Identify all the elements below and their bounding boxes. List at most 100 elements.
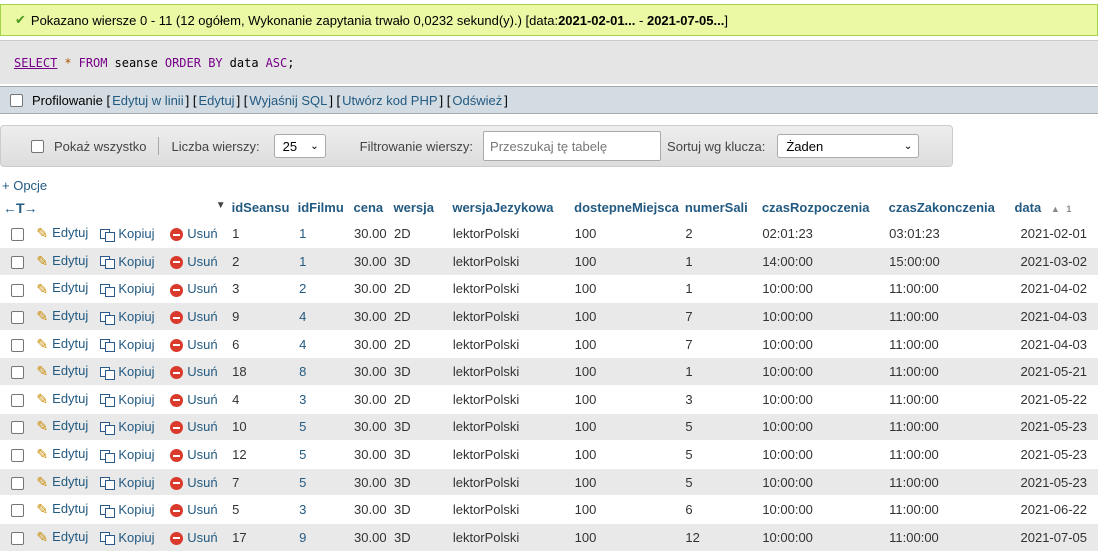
cell-numerSali[interactable]: 7 (681, 330, 759, 359)
row-checkbox[interactable] (11, 476, 24, 490)
cell-czasRozpoczenia[interactable]: 10:00:00 (758, 468, 886, 497)
cell-wersjaJezykowa[interactable]: lektorPolski (449, 357, 572, 387)
cell-czasRozpoczenia[interactable]: 10:00:00 (758, 413, 886, 442)
column-dropdown-icon[interactable]: ▼ (216, 200, 226, 211)
cell-data[interactable]: 2021-07-05 (1011, 523, 1098, 552)
row-checkbox[interactable] (11, 338, 24, 352)
cell-numerSali[interactable]: 5 (681, 468, 759, 497)
cell-idSeansu[interactable]: 6 (228, 330, 295, 359)
copy-row-link[interactable]: Kopiuj (100, 530, 154, 546)
idFilmu-link[interactable]: 4 (299, 337, 306, 352)
row-checkbox[interactable] (11, 283, 24, 297)
col-wersjaJezykowa[interactable]: wersjaJezykowa (449, 196, 572, 221)
cell-czasZakonczenia[interactable]: 11:00:00 (885, 440, 1012, 469)
cell-data[interactable]: 2021-03-02 (1011, 247, 1098, 276)
cell-czasRozpoczenia[interactable]: 10:00:00 (758, 385, 886, 414)
cell-data[interactable]: 2021-06-22 (1011, 495, 1098, 525)
cell-czasRozpoczenia[interactable]: 10:00:00 (758, 330, 886, 359)
cell-wersjaJezykowa[interactable]: lektorPolski (449, 275, 572, 304)
cell-numerSali[interactable]: 6 (681, 495, 759, 525)
cell-wersjaJezykowa[interactable]: lektorPolski (449, 495, 572, 525)
idFilmu-link[interactable]: 1 (299, 226, 306, 241)
options-link[interactable]: + Opcje (2, 178, 47, 193)
idFilmu-link[interactable]: 5 (299, 475, 306, 490)
cell-czasZakonczenia[interactable]: 11:00:00 (885, 468, 1012, 497)
edit-row-link[interactable]: ✎ Edytuj (36, 336, 88, 352)
edit-row-link[interactable]: ✎ Edytuj (36, 308, 88, 324)
cell-data[interactable]: 2021-05-23 (1011, 468, 1098, 497)
sort-select[interactable]: Żaden ⌄ (777, 134, 920, 158)
cell-czasZakonczenia[interactable]: 11:00:00 (885, 302, 1012, 331)
cell-wersja[interactable]: 2D (390, 330, 450, 359)
cell-wersjaJezykowa[interactable]: lektorPolski (449, 220, 572, 249)
edit-row-link[interactable]: ✎ Edytuj (36, 474, 88, 490)
cell-dostepneMiejsca[interactable]: 100 (571, 413, 682, 442)
copy-row-link[interactable]: Kopiuj (100, 309, 154, 325)
copy-row-link[interactable]: Kopiuj (100, 419, 154, 436)
explain-sql-link[interactable]: Wyjaśnij SQL (249, 93, 327, 108)
copy-row-link[interactable]: Kopiuj (100, 364, 154, 380)
col-czasZakonczenia[interactable]: czasZakonczenia (885, 196, 1012, 221)
cell-wersja[interactable]: 2D (390, 275, 450, 304)
copy-row-link[interactable]: Kopiuj (100, 254, 154, 270)
delete-row-link[interactable]: Usuń (170, 281, 218, 297)
cell-cena[interactable]: 30.00 (350, 220, 391, 249)
cell-data[interactable]: 2021-04-02 (1011, 275, 1098, 304)
edit-row-link[interactable]: ✎ Edytuj (36, 280, 88, 296)
cell-idSeansu[interactable]: 12 (228, 440, 295, 469)
idFilmu-link[interactable]: 5 (299, 419, 306, 434)
row-checkbox[interactable] (11, 393, 24, 407)
edit-row-link[interactable]: ✎ Edytuj (36, 253, 88, 269)
cell-wersja[interactable]: 2D (390, 302, 450, 331)
row-checkbox[interactable] (11, 255, 24, 269)
cell-cena[interactable]: 30.00 (350, 247, 391, 276)
cell-idSeansu[interactable]: 4 (228, 385, 295, 414)
cell-wersjaJezykowa[interactable]: lektorPolski (449, 468, 572, 497)
cell-dostepneMiejsca[interactable]: 100 (571, 385, 682, 414)
cell-numerSali[interactable]: 5 (681, 413, 759, 442)
col-idFilmu[interactable]: idFilmu (294, 196, 351, 221)
cell-dostepneMiejsca[interactable]: 100 (571, 275, 682, 304)
cell-numerSali[interactable]: 1 (681, 275, 759, 304)
cell-numerSali[interactable]: 2 (681, 220, 759, 249)
cell-idSeansu[interactable]: 18 (228, 357, 295, 387)
delete-row-link[interactable]: Usuń (170, 364, 218, 380)
copy-row-link[interactable]: Kopiuj (100, 475, 154, 491)
delete-row-link[interactable]: Usuń (170, 226, 218, 242)
rows-select[interactable]: 25 ⌄ (273, 134, 326, 158)
cell-cena[interactable]: 30.00 (350, 413, 391, 442)
cell-cena[interactable]: 30.00 (350, 357, 391, 387)
cell-dostepneMiejsca[interactable]: 100 (571, 247, 682, 276)
row-checkbox[interactable] (11, 421, 24, 435)
sql-select[interactable]: SELECT (14, 56, 57, 70)
cell-czasZakonczenia[interactable]: 11:00:00 (885, 413, 1012, 442)
cell-idSeansu[interactable]: 10 (228, 413, 295, 442)
col-dostepneMiejsca[interactable]: dostepneMiejsca (571, 196, 682, 221)
cell-wersjaJezykowa[interactable]: lektorPolski (449, 523, 572, 552)
cell-cena[interactable]: 30.00 (350, 468, 391, 497)
cell-idSeansu[interactable]: 2 (228, 247, 295, 276)
cell-dostepneMiejsca[interactable]: 100 (571, 220, 682, 249)
cell-cena[interactable]: 30.00 (350, 275, 391, 304)
cell-czasZakonczenia[interactable]: 15:00:00 (885, 247, 1012, 276)
col-numerSali[interactable]: numerSali (681, 196, 759, 221)
cell-czasRozpoczenia[interactable]: 14:00:00 (758, 247, 886, 276)
delete-row-link[interactable]: Usuń (170, 475, 218, 490)
row-checkbox[interactable] (11, 228, 24, 242)
cell-idSeansu[interactable]: 5 (228, 495, 295, 525)
cell-idSeansu[interactable]: 17 (228, 523, 295, 552)
cell-wersja[interactable]: 2D (390, 220, 450, 249)
profiling-checkbox[interactable] (10, 93, 23, 107)
delete-row-link[interactable]: Usuń (170, 337, 218, 352)
edit-row-link[interactable]: ✎ Edytuj (36, 418, 88, 434)
delete-row-link[interactable]: Usuń (170, 392, 218, 407)
cell-data[interactable]: 2021-05-23 (1011, 440, 1098, 469)
copy-row-link[interactable]: Kopiuj (100, 447, 154, 463)
cell-czasZakonczenia[interactable]: 03:01:23 (885, 220, 1012, 249)
cell-dostepneMiejsca[interactable]: 100 (571, 357, 682, 387)
cell-czasRozpoczenia[interactable]: 10:00:00 (758, 440, 886, 469)
copy-row-link[interactable]: Kopiuj (100, 392, 154, 408)
cell-data[interactable]: 2021-05-23 (1011, 413, 1098, 442)
cell-czasRozpoczenia[interactable]: 10:00:00 (758, 357, 886, 387)
cell-numerSali[interactable]: 3 (681, 385, 759, 414)
